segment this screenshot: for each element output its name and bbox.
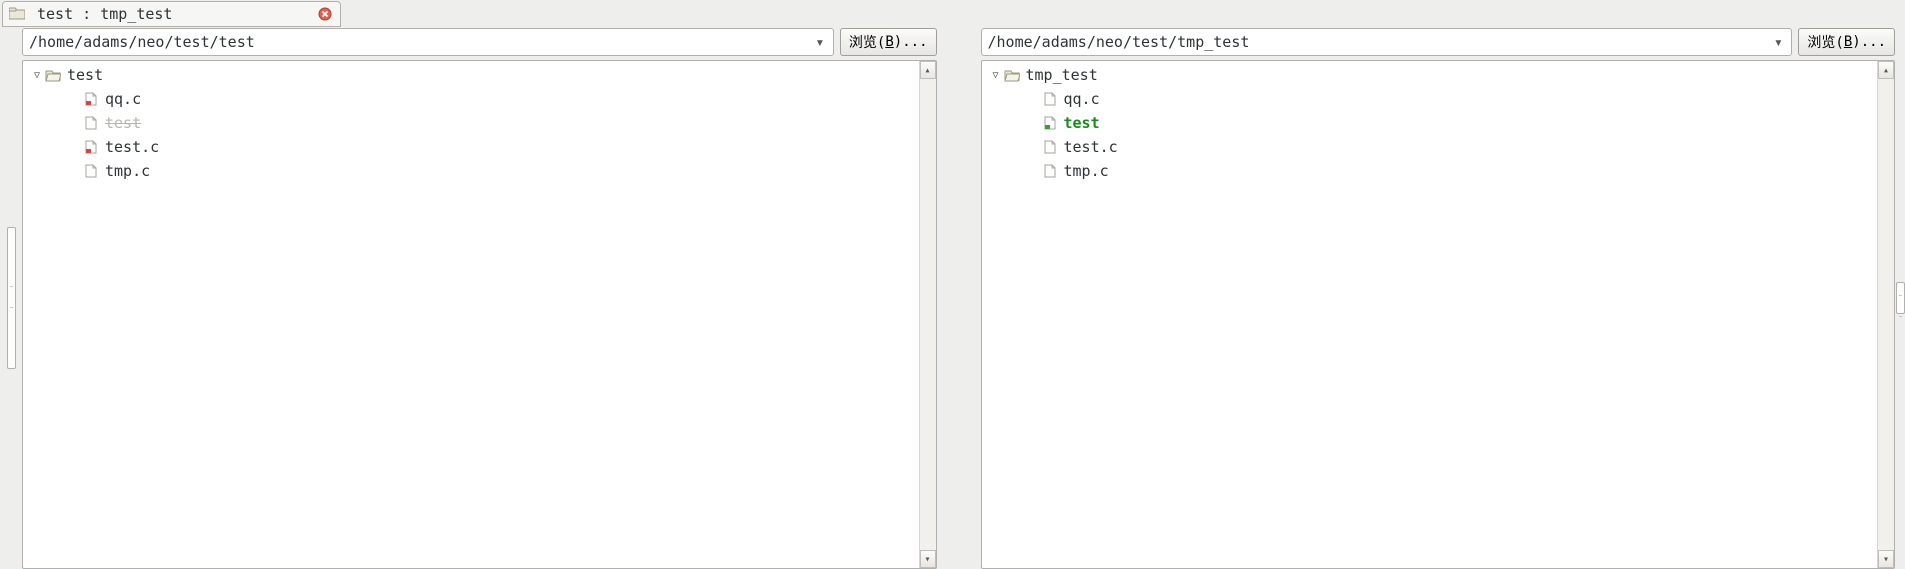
scroll-up-icon[interactable]: ▴ — [920, 61, 936, 79]
tree-file[interactable]: ▽ tmp.c — [982, 159, 1878, 183]
file-icon — [83, 116, 99, 130]
file-label: test.c — [105, 138, 159, 156]
file-label: qq.c — [105, 90, 141, 108]
tree-right: ▽ tmp_test ▽ qq.c ▽ — [981, 60, 1896, 569]
file-label: qq.c — [1064, 90, 1100, 108]
tree-file[interactable]: ▽ test.c — [982, 135, 1878, 159]
scrollbar-left[interactable]: ▴ ▾ — [919, 61, 936, 568]
scrollbar-right[interactable]: ▴ ▾ — [1877, 61, 1894, 568]
gutter-right — [1895, 26, 1905, 569]
gutter-left — [0, 26, 22, 569]
tree-left: ▽ test ▽ qq.c ▽ — [22, 60, 937, 569]
path-input-right[interactable]: /home/adams/neo/test/tmp_test ▾ — [981, 28, 1793, 56]
scroll-up-icon[interactable]: ▴ — [1878, 61, 1894, 79]
folder-icon — [1004, 68, 1020, 82]
file-icon — [1042, 164, 1058, 178]
folder-icon — [45, 68, 61, 82]
path-row-left: /home/adams/neo/test/test ▾ 浏览(B)... — [22, 26, 937, 60]
pane-left: /home/adams/neo/test/test ▾ 浏览(B)... ▽ t… — [22, 26, 937, 569]
file-label: tmp.c — [105, 162, 150, 180]
file-icon — [1042, 92, 1058, 106]
drag-handle-left[interactable] — [7, 227, 16, 369]
tab-bar: test : tmp_test — [0, 0, 1905, 26]
browse-button-left[interactable]: 浏览(B)... — [840, 28, 937, 56]
file-label: test — [1064, 114, 1100, 132]
diff-split: /home/adams/neo/test/test ▾ 浏览(B)... ▽ t… — [0, 26, 1905, 569]
folder-label: test — [67, 66, 103, 84]
pane-right: /home/adams/neo/test/tmp_test ▾ 浏览(B)...… — [981, 26, 1896, 569]
tree-folder[interactable]: ▽ tmp_test — [982, 63, 1878, 87]
chevron-down-icon[interactable]: ▽ — [990, 69, 1002, 81]
close-icon[interactable] — [318, 7, 332, 21]
path-row-right: /home/adams/neo/test/tmp_test ▾ 浏览(B)... — [981, 26, 1896, 60]
tree-file[interactable]: ▽ tmp.c — [23, 159, 919, 183]
file-diff-icon — [83, 140, 99, 154]
file-icon — [1042, 140, 1058, 154]
file-label: test — [105, 114, 141, 132]
tree-file[interactable]: ▽ qq.c — [982, 87, 1878, 111]
file-add-icon — [1042, 116, 1058, 130]
path-value: /home/adams/neo/test/tmp_test — [988, 33, 1250, 51]
file-label: tmp.c — [1064, 162, 1109, 180]
tree-file[interactable]: ▽ test.c — [23, 135, 919, 159]
browse-button-right[interactable]: 浏览(B)... — [1798, 28, 1895, 56]
folder-label: tmp_test — [1026, 66, 1098, 84]
file-icon — [83, 164, 99, 178]
tree-file[interactable]: ▽ test — [23, 111, 919, 135]
chevron-down-icon[interactable]: ▾ — [1771, 33, 1785, 51]
tree-scroll-right[interactable]: ▽ tmp_test ▽ qq.c ▽ — [982, 61, 1878, 568]
tree-folder[interactable]: ▽ test — [23, 63, 919, 87]
tree-file[interactable]: ▽ test — [982, 111, 1878, 135]
tree-file[interactable]: ▽ qq.c — [23, 87, 919, 111]
tab-diff[interactable]: test : tmp_test — [2, 1, 341, 27]
scroll-down-icon[interactable]: ▾ — [920, 550, 936, 568]
file-diff-icon — [83, 92, 99, 106]
path-value: /home/adams/neo/test/test — [29, 33, 255, 51]
file-label: test.c — [1064, 138, 1118, 156]
scroll-down-icon[interactable]: ▾ — [1878, 550, 1894, 568]
tab-title: test : tmp_test — [37, 5, 172, 23]
gutter-mid[interactable] — [937, 26, 981, 569]
chevron-down-icon[interactable]: ▽ — [31, 69, 43, 81]
tree-scroll-left[interactable]: ▽ test ▽ qq.c ▽ — [23, 61, 919, 568]
drag-handle-right[interactable] — [1896, 282, 1905, 314]
folder-icon — [9, 7, 25, 21]
path-input-left[interactable]: /home/adams/neo/test/test ▾ — [22, 28, 834, 56]
chevron-down-icon[interactable]: ▾ — [813, 33, 827, 51]
